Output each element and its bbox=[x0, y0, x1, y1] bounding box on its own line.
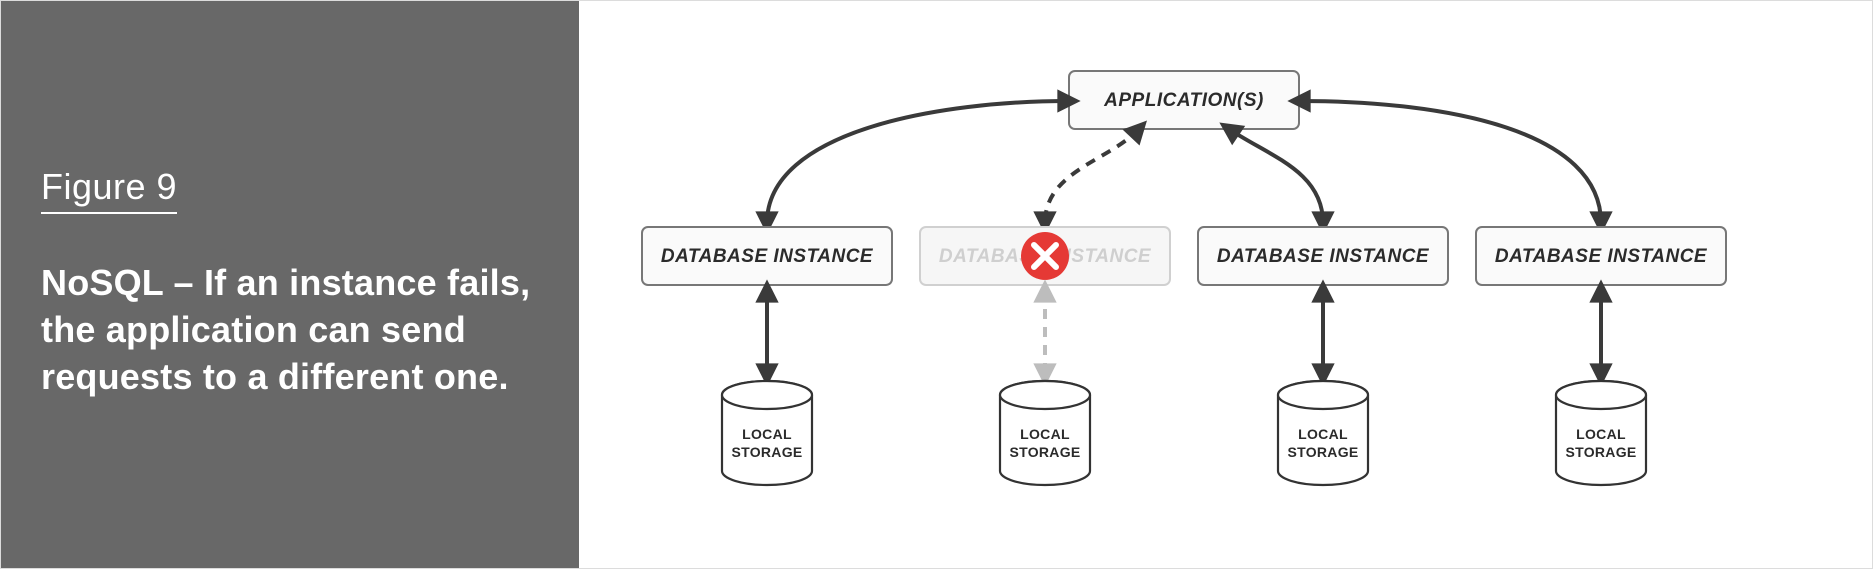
local-storage-1-label-2: STORAGE bbox=[731, 444, 802, 460]
figure-caption-panel: Figure 9 NoSQL – If an instance fails, t… bbox=[1, 1, 579, 568]
figure-caption: NoSQL – If an instance fails, the applic… bbox=[41, 260, 539, 400]
local-storage-3-label-1: LOCAL bbox=[1298, 426, 1348, 442]
local-storage-2: LOCAL STORAGE bbox=[1000, 381, 1090, 485]
application-node: APPLICATION(S) bbox=[1069, 71, 1299, 129]
application-label: APPLICATION(S) bbox=[1103, 90, 1264, 111]
connection-app-db1 bbox=[767, 101, 1069, 223]
architecture-diagram: APPLICATION(S) DATABASE INSTANCE DATABAS… bbox=[579, 1, 1872, 568]
local-storage-4-label-2: STORAGE bbox=[1565, 444, 1636, 460]
figure-frame: Figure 9 NoSQL – If an instance fails, t… bbox=[0, 0, 1873, 569]
database-instance-1-label: DATABASE INSTANCE bbox=[661, 246, 874, 267]
local-storage-2-label-1: LOCAL bbox=[1020, 426, 1070, 442]
local-storage-4: LOCAL STORAGE bbox=[1556, 381, 1646, 485]
error-icon bbox=[1021, 232, 1069, 280]
database-instance-4: DATABASE INSTANCE bbox=[1476, 227, 1726, 285]
connection-app-db4 bbox=[1299, 101, 1601, 223]
database-instance-2-failed: DATABASE INSTANCE bbox=[920, 227, 1170, 285]
local-storage-2-label-2: STORAGE bbox=[1009, 444, 1080, 460]
figure-number: Figure 9 bbox=[41, 166, 177, 214]
database-instance-3-label: DATABASE INSTANCE bbox=[1217, 246, 1430, 267]
local-storage-1: LOCAL STORAGE bbox=[722, 381, 812, 485]
connection-app-db3 bbox=[1229, 129, 1323, 223]
local-storage-3: LOCAL STORAGE bbox=[1278, 381, 1368, 485]
local-storage-3-label-2: STORAGE bbox=[1287, 444, 1358, 460]
local-storage-4-label-1: LOCAL bbox=[1576, 426, 1626, 442]
database-instance-3: DATABASE INSTANCE bbox=[1198, 227, 1448, 285]
database-instance-1: DATABASE INSTANCE bbox=[642, 227, 892, 285]
local-storage-1-label-1: LOCAL bbox=[742, 426, 792, 442]
connection-app-db2-failed bbox=[1045, 129, 1139, 223]
database-instance-4-label: DATABASE INSTANCE bbox=[1495, 246, 1708, 267]
